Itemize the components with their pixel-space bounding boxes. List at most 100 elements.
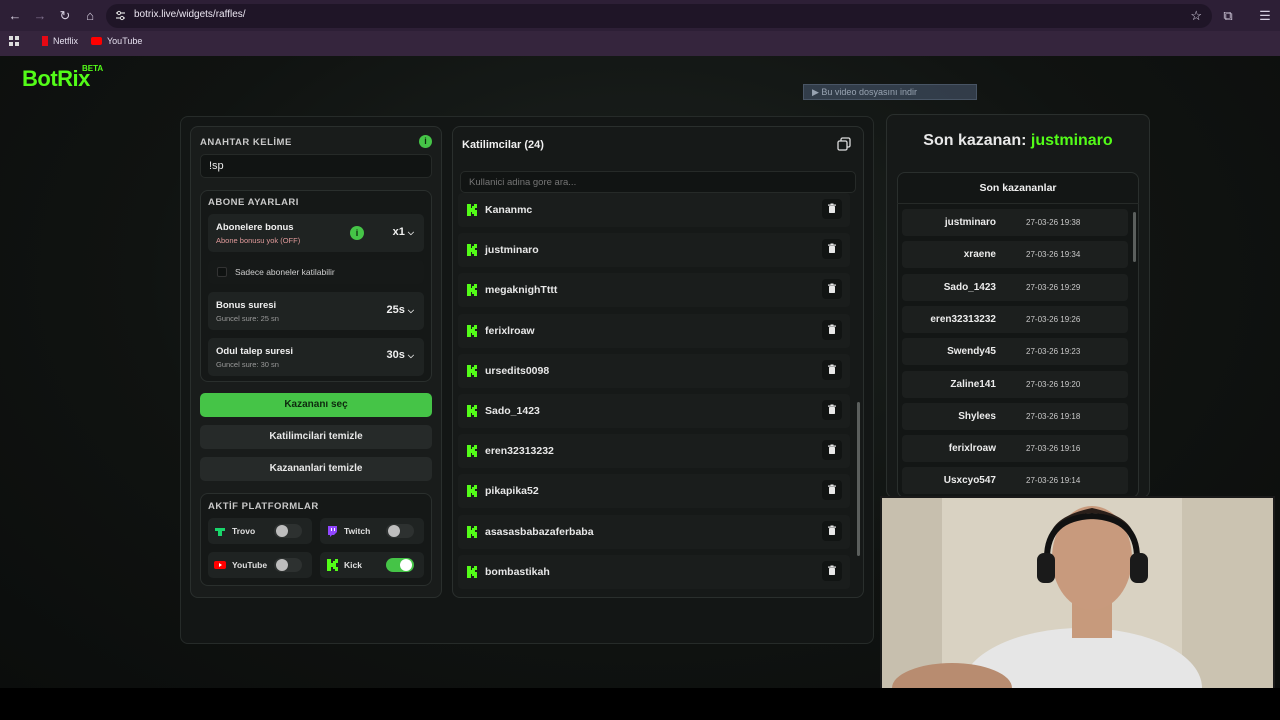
bookmark-netflix[interactable]: Netflix xyxy=(42,36,78,46)
keyword-input[interactable]: !sp xyxy=(200,154,432,178)
delete-participant-button[interactable] xyxy=(822,319,842,340)
bonus-time-value: 25s xyxy=(386,304,405,316)
kick-toggle[interactable] xyxy=(386,558,414,572)
bonus-time-title: Bonus suresi xyxy=(216,300,277,311)
kick-icon xyxy=(467,204,477,216)
bookmarks-bar: Netflix YouTube xyxy=(0,31,1280,56)
bookmark-star-icon[interactable]: ☆ xyxy=(1190,8,1202,24)
winner-name: Swendy45 xyxy=(947,346,996,358)
subscriber-settings-label: ABONE AYARLARI xyxy=(208,197,299,208)
winner-name: ferixlroaw xyxy=(948,443,996,455)
subs-only-checkbox[interactable] xyxy=(217,267,227,277)
last-winner-heading: Son kazanan: justminaro xyxy=(886,132,1150,150)
delete-participant-button[interactable] xyxy=(822,520,842,541)
participant-name: ferixlroaw xyxy=(485,324,535,337)
claim-time-subtitle: Guncel sure: 30 sn xyxy=(216,360,279,369)
platforms-label: AKTİF PLATFORMLAR xyxy=(208,501,319,512)
claim-time-row: Odul talep suresi Guncel sure: 30 sn 30s… xyxy=(208,338,424,376)
last-winner-name: justminaro xyxy=(1030,132,1113,149)
kick-icon xyxy=(467,485,477,498)
pick-winner-button[interactable]: Kazananı seç xyxy=(200,393,432,417)
address-row: ← → ↻ ⌂ botrix.live/widgets/raffles/ ☆ ⧉… xyxy=(0,0,1280,31)
forward-icon[interactable]: → xyxy=(31,7,49,25)
winner-name: Zaline141 xyxy=(950,378,996,390)
menu-icon[interactable]: ☰ xyxy=(1256,7,1274,25)
clear-participants-button[interactable]: Katilimcilari temizle xyxy=(200,425,432,449)
delete-participant-button[interactable] xyxy=(822,239,842,260)
kick-icon xyxy=(467,324,477,337)
url-bar[interactable]: botrix.live/widgets/raffles/ ☆ xyxy=(106,4,1212,28)
delete-participant-button[interactable] xyxy=(822,440,842,461)
participant-search-input[interactable] xyxy=(460,171,856,193)
trash-icon xyxy=(828,203,836,213)
extensions-icon[interactable]: ⧉ xyxy=(1219,7,1237,25)
platform-name: Twitch xyxy=(344,526,371,536)
beta-badge: BETA xyxy=(82,64,104,73)
participant-row: pikapika52 xyxy=(458,474,850,509)
delete-participant-button[interactable] xyxy=(822,199,842,219)
trovo-toggle[interactable] xyxy=(274,524,302,538)
sub-bonus-row: Abonelere bonus Abone bonusu yok (OFF) i… xyxy=(208,214,424,252)
kick-icon xyxy=(467,445,477,458)
twitch-toggle[interactable] xyxy=(386,524,414,538)
participant-name: asasasbabazaferbaba xyxy=(485,525,594,538)
back-icon[interactable]: ← xyxy=(6,7,24,25)
trash-icon xyxy=(828,444,836,455)
trash-icon xyxy=(828,324,836,334)
sub-bonus-value: x1 xyxy=(392,226,405,238)
winner-date: 27-03-26 19:14 xyxy=(1026,476,1081,486)
info-icon[interactable]: i xyxy=(350,226,364,240)
trovo-icon xyxy=(215,528,225,536)
kick-icon xyxy=(467,405,477,417)
participant-scrollbar[interactable] xyxy=(857,402,860,556)
delete-participant-button[interactable] xyxy=(822,560,842,581)
site-settings-icon[interactable] xyxy=(114,9,127,22)
winner-date: 27-03-26 19:34 xyxy=(1026,250,1081,260)
bookmark-youtube[interactable]: YouTube xyxy=(91,36,142,46)
winner-name: Usxcyo547 xyxy=(943,475,996,487)
participant-row: Kananmc xyxy=(458,193,850,227)
url-text: botrix.live/widgets/raffles/ xyxy=(134,9,246,20)
participant-name: pikapika52 xyxy=(485,485,539,498)
participant-name: ursedits0098 xyxy=(485,364,550,377)
kick-icon xyxy=(467,244,477,257)
winner-row: Shylees 27-03-26 19:18 xyxy=(902,402,1128,430)
youtube-toggle[interactable] xyxy=(274,558,302,572)
claim-time-value: 30s xyxy=(386,349,405,361)
trash-icon xyxy=(828,283,836,294)
participant-row: ursedits0098 xyxy=(458,353,850,388)
winner-row: justminaro 27-03-26 19:38 xyxy=(902,209,1128,236)
subs-only-row[interactable]: Sadece aboneler katilabilir xyxy=(208,260,424,284)
winner-date: 27-03-26 19:29 xyxy=(1026,282,1081,292)
clear-winners-button[interactable]: Kazananlari temizle xyxy=(200,457,432,481)
platform-twitch: Twitch xyxy=(320,518,424,544)
copy-icon[interactable] xyxy=(837,137,851,151)
youtube-icon xyxy=(214,561,226,569)
info-icon[interactable]: i xyxy=(419,135,432,148)
keyword-label: ANAHTAR KELİME xyxy=(200,137,292,148)
video-download-banner[interactable]: ▶ Bu video dosyasını indir xyxy=(803,84,977,100)
trash-icon xyxy=(828,364,836,374)
delete-participant-button[interactable] xyxy=(822,480,842,501)
bonus-time-subtitle: Guncel sure: 25 sn xyxy=(216,314,279,323)
divider xyxy=(897,203,1139,204)
winner-row: eren32313232 27-03-26 19:26 xyxy=(902,305,1128,333)
delete-participant-button[interactable] xyxy=(822,359,842,380)
delete-participant-button[interactable] xyxy=(822,279,842,300)
winner-scrollbar[interactable] xyxy=(1133,212,1136,262)
claim-time-select[interactable]: 30s ⌵ xyxy=(387,349,415,361)
sub-bonus-select[interactable]: x1 ⌵ xyxy=(393,226,414,238)
botrix-logo[interactable]: BotRix xyxy=(22,66,90,92)
reload-icon[interactable]: ↻ xyxy=(56,7,74,25)
winner-date: 27-03-26 19:38 xyxy=(1026,218,1081,227)
last-winner-prefix: Son kazanan: xyxy=(923,132,1027,149)
trash-icon xyxy=(828,243,836,254)
delete-participant-button[interactable] xyxy=(822,400,842,420)
trash-icon xyxy=(828,484,836,495)
winner-list-title: Son kazananlar xyxy=(979,182,1057,194)
apps-grid-icon[interactable] xyxy=(9,36,20,47)
bonus-time-row: Bonus suresi Guncel sure: 25 sn 25s ⌵ xyxy=(208,292,424,330)
home-icon[interactable]: ⌂ xyxy=(81,7,99,25)
bonus-time-select[interactable]: 25s ⌵ xyxy=(387,304,415,316)
participant-name: bombastikah xyxy=(485,565,550,578)
